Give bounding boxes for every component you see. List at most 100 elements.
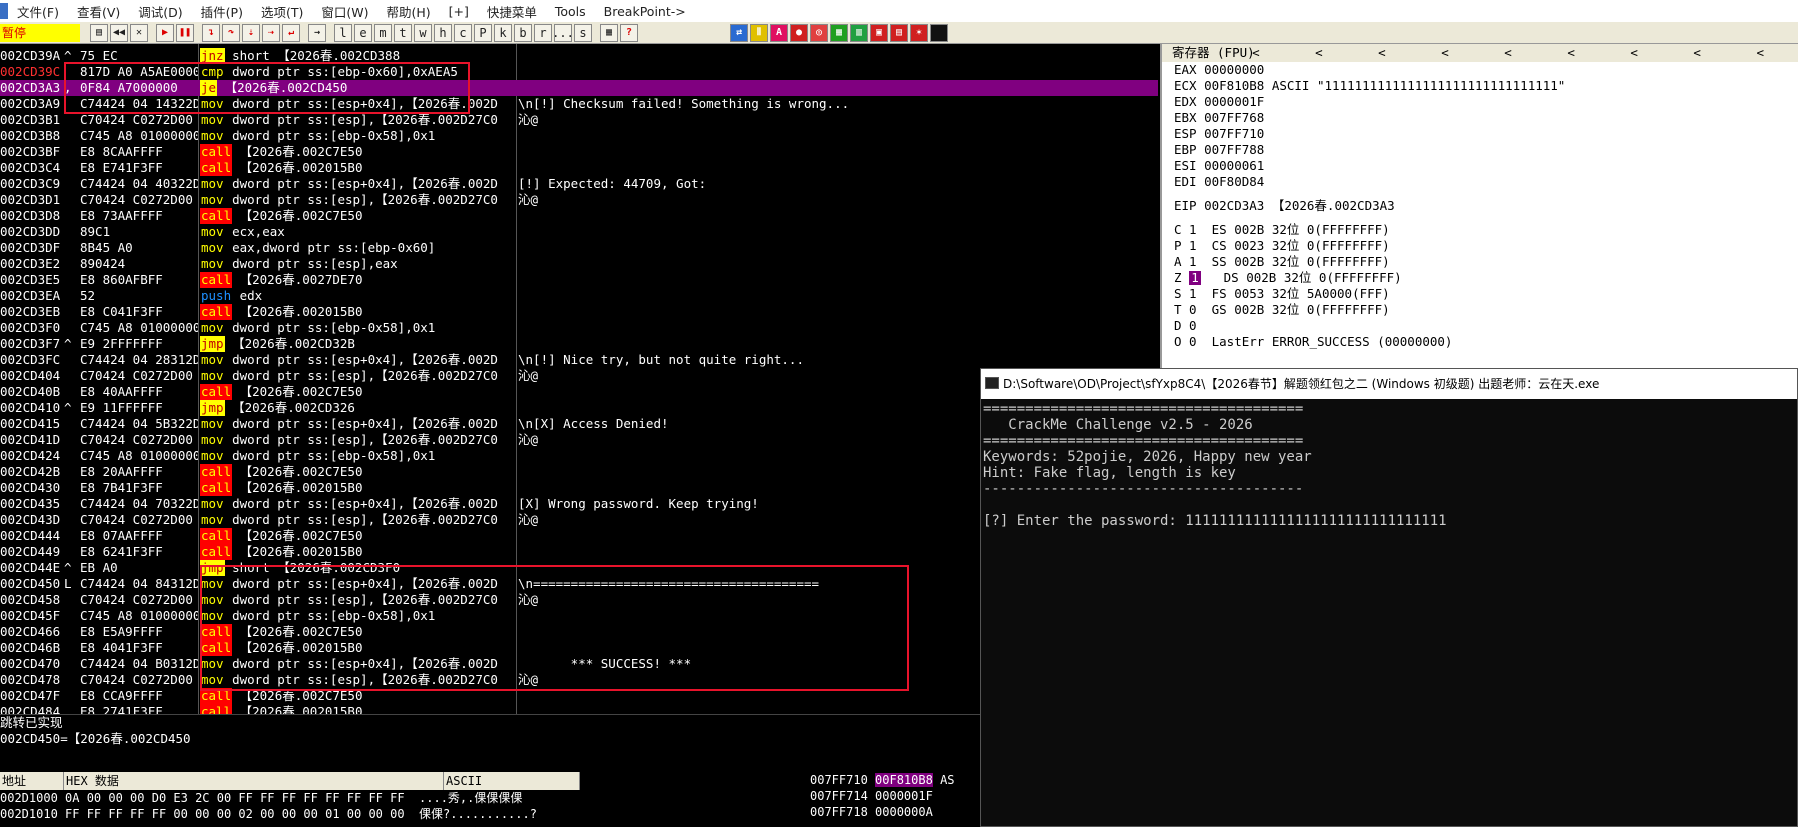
menu-options[interactable]: 选项(T) bbox=[252, 2, 312, 21]
flag-t[interactable]: T 0 GS 002B 32位 0(FFFFFFFF) bbox=[1162, 302, 1798, 318]
flag-p[interactable]: P 1 CS 0023 32位 0(FFFFFFFF) bbox=[1162, 238, 1798, 254]
menu-file[interactable]: 文件(F) bbox=[8, 2, 68, 21]
flag-s[interactable]: S 1 FS 0053 32位 5A0000(FFF) bbox=[1162, 286, 1798, 302]
flag-a[interactable]: A 1 SS 002B 32位 0(FFFFFFFF) bbox=[1162, 254, 1798, 270]
stack-pane[interactable]: 007FF710 00F810B8 AS 007FF714 0000001F 0… bbox=[810, 772, 980, 827]
memory-button[interactable]: m bbox=[374, 23, 392, 42]
execute-till-return-icon[interactable]: ↵ bbox=[282, 23, 300, 42]
run-trace-button[interactable]: ... bbox=[552, 23, 574, 42]
register-ecx[interactable]: ECX 00F810B8 ASCII "11111111111111111111… bbox=[1162, 78, 1798, 94]
restart-icon[interactable]: ◀◀ bbox=[110, 23, 128, 42]
menu-tools[interactable]: Tools bbox=[546, 4, 595, 19]
go-to-icon[interactable]: → bbox=[308, 23, 326, 42]
flag-z-value[interactable]: 1 bbox=[1189, 271, 1202, 285]
dump-header-hex[interactable]: HEX 数据 bbox=[64, 772, 444, 790]
console-title-bar[interactable]: D:\Software\OD\Project\sfYxp8C4\【2026春节】… bbox=[981, 369, 1797, 399]
flag-d[interactable]: D 0 bbox=[1162, 318, 1798, 334]
register-view-arrows[interactable]: < < < < < < < < < bbox=[1252, 44, 1788, 62]
trace-into-icon[interactable]: ⇣ bbox=[242, 23, 260, 42]
disasm-row[interactable]: 002CD3F7 ^ E9 2FFFFFFF jmp 【2026春.002CD32B bbox=[0, 336, 1158, 352]
disasm-row[interactable]: 002CD3B1 C70424 C0272D00 mov dword ptr ss… bbox=[0, 112, 1158, 128]
console-window[interactable]: D:\Software\OD\Project\sfYxp8C4\【2026春节】… bbox=[980, 368, 1798, 827]
dump-header-address[interactable]: 地址 bbox=[0, 772, 64, 790]
stack-row[interactable]: 007FF710 00F810B8 AS bbox=[810, 772, 980, 788]
dump-line[interactable]: 002D1010 FF FF FF FF FF 00 00 00 02 00 0… bbox=[0, 806, 580, 822]
menu-window[interactable]: 窗口(W) bbox=[312, 2, 377, 21]
disasm-row[interactable]: 002CD3D1 C70424 C0272D00 mov dword ptr ss… bbox=[0, 192, 1158, 208]
menu-view[interactable]: 查看(V) bbox=[68, 2, 129, 21]
step-into-icon[interactable]: ↴ bbox=[202, 23, 220, 42]
executables-button[interactable]: e bbox=[354, 23, 372, 42]
close-icon[interactable]: ✕ bbox=[130, 23, 148, 42]
dump-header-ascii[interactable]: ASCII bbox=[444, 772, 580, 790]
cpu-button[interactable]: c bbox=[454, 23, 472, 42]
windows-button[interactable]: w bbox=[414, 23, 432, 42]
disasm-row[interactable]: 002CD3F0 C745 A8 01000000 mov dword ptr s… bbox=[0, 320, 1158, 336]
disasm-row[interactable]: 002CD3FC C74424 04 28312D00mov dword ptr… bbox=[0, 352, 1158, 368]
console-output[interactable]: ====================================== C… bbox=[981, 399, 1797, 529]
register-eip[interactable]: EIP 002CD3A3 【2026春.002CD3A3 bbox=[1162, 198, 1798, 214]
trace-over-icon[interactable]: ⇢ bbox=[262, 23, 280, 42]
handles-button[interactable]: h bbox=[434, 23, 452, 42]
register-esp[interactable]: ESP 007FF710 bbox=[1162, 126, 1798, 142]
disasm-row[interactable]: 002CD3DF 8B45 A0 mov eax,dword ptr ss:[eb… bbox=[0, 240, 1158, 256]
register-edi[interactable]: EDI 00F80D84 bbox=[1162, 174, 1798, 190]
disasm-row[interactable]: 002CD3C9 C74424 04 40322D00mov dword ptr… bbox=[0, 176, 1158, 192]
disasm-row[interactable]: 002CD3BF E8 8CAAFFFF call 【2026春.002C7E50 bbox=[0, 144, 1158, 160]
menu-plus[interactable]: [+] bbox=[440, 4, 478, 19]
disasm-row[interactable]: 002CD3B8 C745 A8 01000000 mov dword ptr s… bbox=[0, 128, 1158, 144]
plugin4-icon[interactable]: ● bbox=[790, 23, 808, 42]
disasm-row[interactable]: 002CD3EA 52 push edx bbox=[0, 288, 1158, 304]
menu-debug[interactable]: 调试(D) bbox=[129, 2, 191, 21]
plugin3-icon[interactable]: A bbox=[770, 23, 788, 42]
menu-shortcut[interactable]: 快捷菜单 bbox=[478, 2, 546, 21]
plugin10-icon[interactable]: ✶ bbox=[910, 23, 928, 42]
app-icon[interactable] bbox=[0, 3, 8, 19]
threads-button[interactable]: t bbox=[394, 23, 412, 42]
disasm-row[interactable]: 002CD3C4 E8 E741F3FF call 【2026春.002015B0 bbox=[0, 160, 1158, 176]
registers-title-bar[interactable]: 寄存器 (FPU) < < < < < < < < < bbox=[1162, 44, 1798, 62]
plugin1-icon[interactable]: ⇄ bbox=[730, 23, 748, 42]
dump-line[interactable]: 002D1000 0A 00 00 00 D0 E3 2C 00 FF FF F… bbox=[0, 790, 580, 806]
disasm-row[interactable]: 002CD3D8 E8 73AAFFFF call 【2026春.002C7E50 bbox=[0, 208, 1158, 224]
register-ebp[interactable]: EBP 007FF788 bbox=[1162, 142, 1798, 158]
plugin7-icon[interactable]: ▥ bbox=[850, 23, 868, 42]
register-ebx[interactable]: EBX 007FF768 bbox=[1162, 110, 1798, 126]
register-edx[interactable]: EDX 0000001F bbox=[1162, 94, 1798, 110]
source-button[interactable]: s bbox=[574, 23, 592, 42]
flag-o[interactable]: O 0 LastErr ERROR_SUCCESS (00000000) bbox=[1162, 334, 1798, 350]
run-icon[interactable]: ▶ bbox=[156, 23, 174, 42]
open-icon[interactable]: ▤ bbox=[90, 23, 108, 42]
flag-z-row[interactable]: Z 1 DS 002B 32位 0(FFFFFFFF) bbox=[1162, 270, 1798, 286]
disasm-row[interactable]: 002CD3DD 89C1 mov ecx,eax bbox=[0, 224, 1158, 240]
appearance-icon[interactable]: ▦ bbox=[600, 23, 618, 42]
help-icon[interactable]: ? bbox=[620, 23, 638, 42]
call-stack-button[interactable]: k bbox=[494, 23, 512, 42]
menu-plugins[interactable]: 插件(P) bbox=[192, 2, 252, 21]
stack-row[interactable]: 007FF714 0000001F bbox=[810, 788, 980, 804]
menu-help[interactable]: 帮助(H) bbox=[377, 2, 439, 21]
flag-c[interactable]: C 1 ES 002B 32位 0(FFFFFFFF) bbox=[1162, 222, 1798, 238]
plugin8-icon[interactable]: ▣ bbox=[870, 23, 888, 42]
references-button[interactable]: r bbox=[534, 23, 552, 42]
disasm-row[interactable]: 002CD3E2 890424 mov dword ptr ss:[esp],ea… bbox=[0, 256, 1158, 272]
register-esi[interactable]: ESI 00000061 bbox=[1162, 158, 1798, 174]
pause-icon[interactable]: ❚❚ bbox=[176, 23, 194, 42]
plugin2-icon[interactable]: Ⅱ bbox=[750, 23, 768, 42]
step-over-icon[interactable]: ↷ bbox=[222, 23, 240, 42]
log-button[interactable]: l bbox=[334, 23, 352, 42]
disasm-opcode: call bbox=[200, 384, 233, 400]
plugin6-icon[interactable]: ▦ bbox=[830, 23, 848, 42]
breakpoints-button[interactable]: b bbox=[514, 23, 532, 42]
disasm-row[interactable]: 002CD3EB E8 C041F3FF call 【2026春.002015B0 bbox=[0, 304, 1158, 320]
patches-button[interactable]: P bbox=[474, 23, 492, 42]
registers-pane[interactable]: 寄存器 (FPU) < < < < < < < < < EAX 00000000… bbox=[1160, 44, 1798, 369]
plugin5-icon[interactable]: ◎ bbox=[810, 23, 828, 42]
disasm-row[interactable]: 002CD3E5 E8 860AFBFF call 【2026春.0027DE70 bbox=[0, 272, 1158, 288]
menu-breakpoint[interactable]: BreakPoint-> bbox=[595, 4, 695, 19]
dump-pane[interactable]: 地址 HEX 数据 ASCII 002D1000 0A 00 00 00 D0 … bbox=[0, 772, 580, 827]
plugin11-icon[interactable] bbox=[930, 23, 948, 42]
stack-row[interactable]: 007FF718 0000000A bbox=[810, 804, 980, 820]
register-eax[interactable]: EAX 00000000 bbox=[1162, 62, 1798, 78]
plugin9-icon[interactable]: ▤ bbox=[890, 23, 908, 42]
